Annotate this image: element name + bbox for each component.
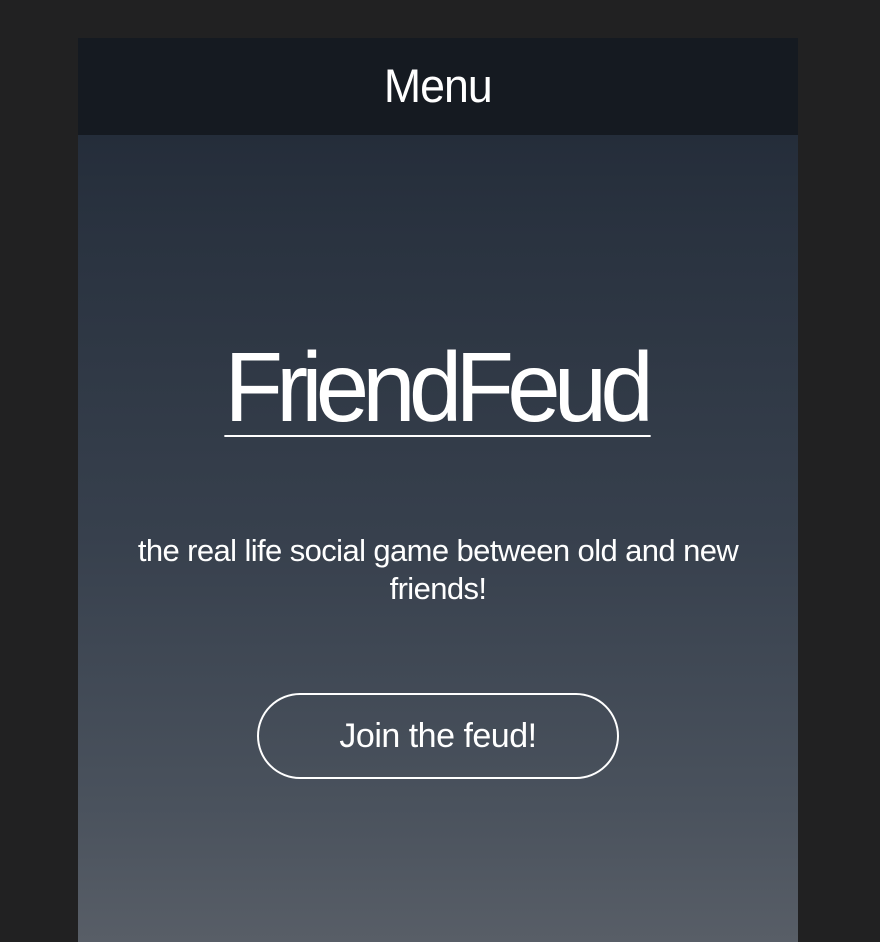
menu-label: Menu <box>384 59 493 112</box>
menu-button[interactable]: Menu <box>78 38 798 135</box>
join-feud-button[interactable]: Join the feud! <box>257 693 619 779</box>
app-frame: Menu FriendFeud the real life social gam… <box>78 38 798 942</box>
hero-title: FriendFeud <box>78 338 798 438</box>
hero-tagline: the real life social game between old an… <box>137 533 739 606</box>
join-feud-button-label: Join the feud! <box>339 716 537 755</box>
hero-title-text: FriendFeud <box>224 338 654 438</box>
